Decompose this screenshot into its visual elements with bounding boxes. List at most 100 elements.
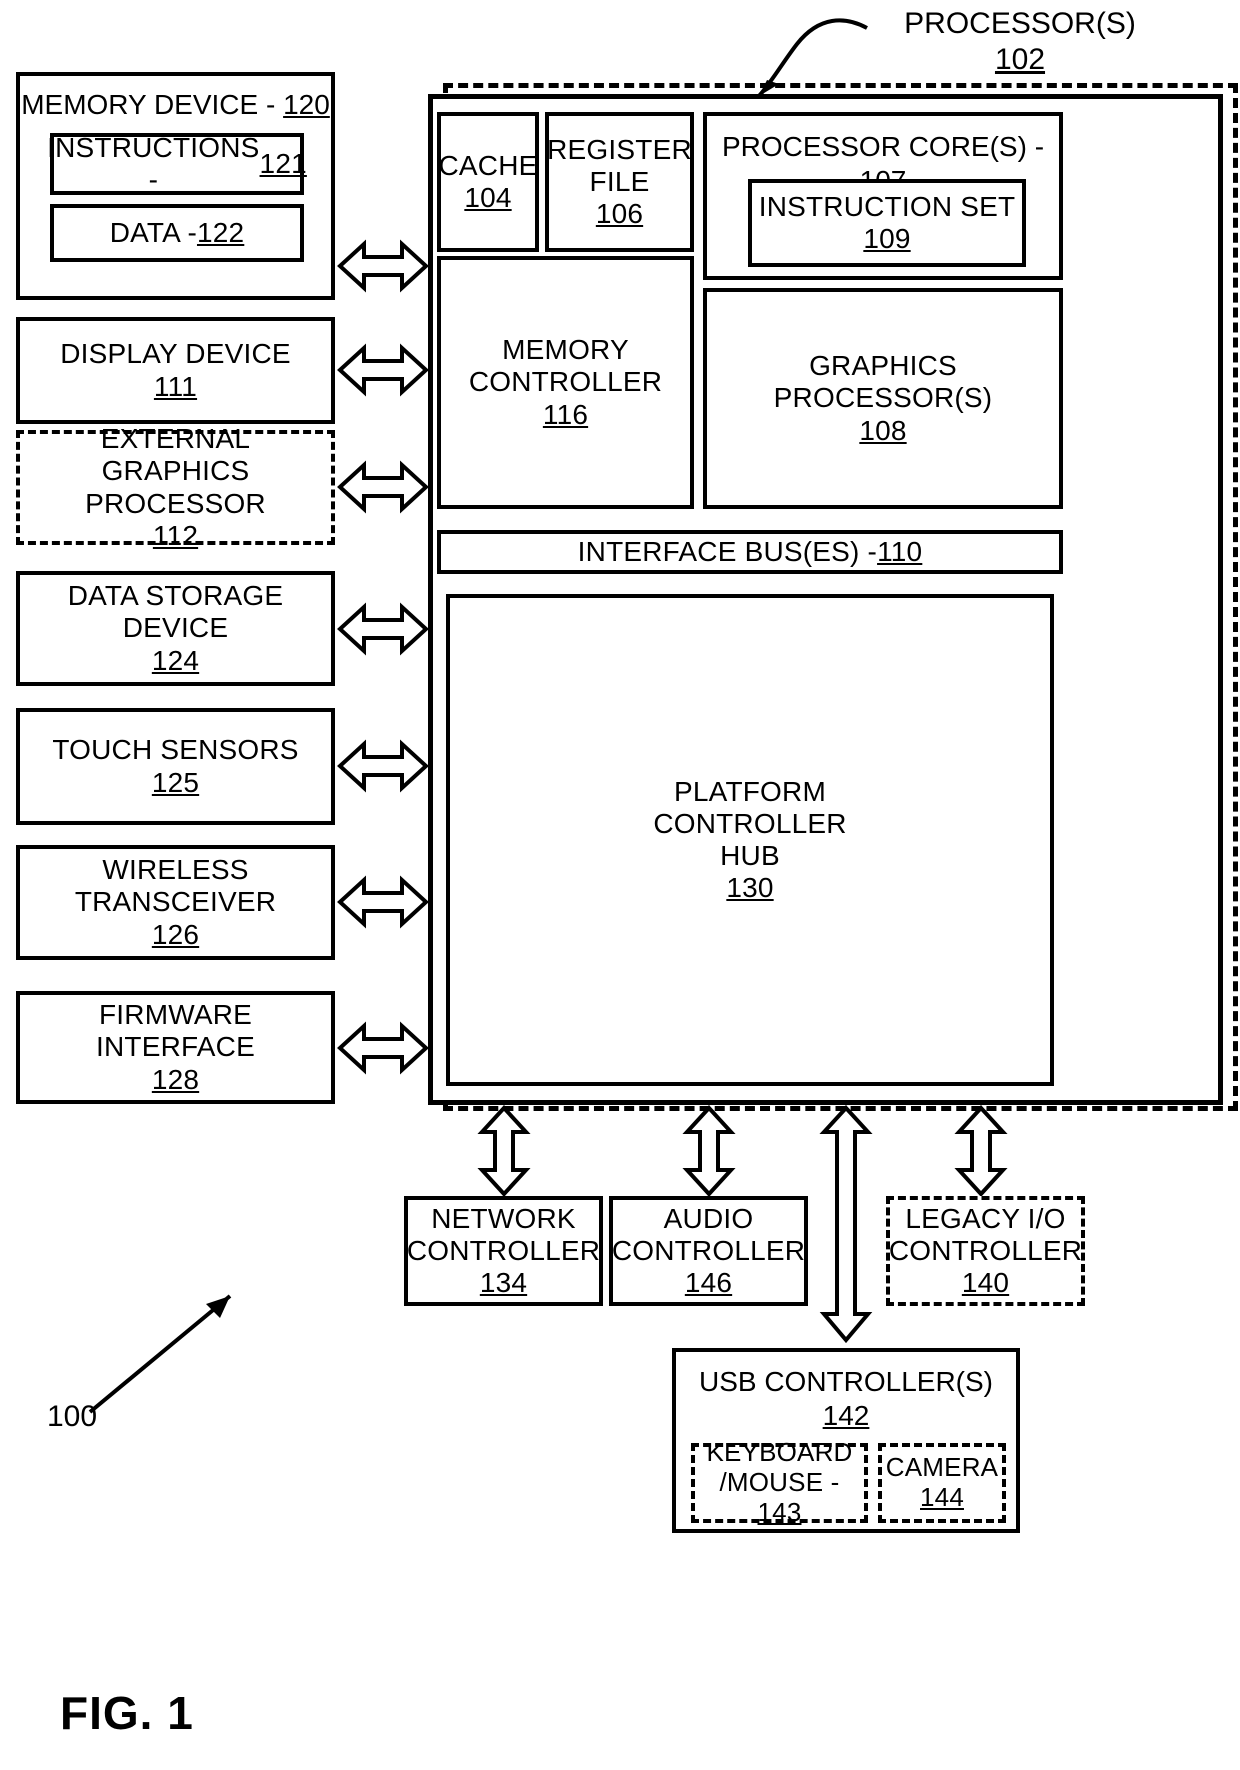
- figure-caption: FIG. 1: [60, 1687, 194, 1739]
- camera-label: CAMERA: [885, 1452, 999, 1483]
- audio-controller-ref: 146: [684, 1267, 733, 1299]
- graphics-processor-block: GRAPHICS PROCESSOR(S) 108: [703, 288, 1063, 509]
- memory-device-title: MEMORY DEVICE - 120: [20, 88, 331, 122]
- usb-controller-title-text: USB CONTROLLER(S): [698, 1366, 994, 1397]
- data-storage-ref: 124: [151, 644, 200, 676]
- external-gpu-ref: 112: [152, 519, 199, 551]
- data-storage-label-2: DEVICE: [122, 612, 229, 644]
- touch-sensors-block: TOUCH SENSORS 125: [16, 708, 335, 825]
- memory-device-title-text: MEMORY DEVICE -: [21, 89, 284, 120]
- network-controller-label-1: NETWORK: [431, 1202, 576, 1234]
- arrow-wireless-transceiver: [337, 875, 429, 929]
- processor-ref-number: 102: [994, 43, 1046, 76]
- arrow-memory-device: [337, 239, 429, 293]
- memory-device-ref: 120: [283, 89, 330, 120]
- data-ref: 122: [196, 216, 245, 248]
- pch-ref: 130: [726, 872, 774, 904]
- firmware-interface-block: FIRMWARE INTERFACE 128: [16, 991, 335, 1104]
- register-file-label-2: FILE: [589, 165, 650, 197]
- keyboard-mouse-label-1: KEYBOARD: [706, 1437, 853, 1468]
- data-storage-label-1: DATA STORAGE: [67, 580, 284, 612]
- cache-label: CACHE: [438, 149, 538, 181]
- usb-controller-ref: 142: [822, 1399, 870, 1431]
- external-gpu-label-1: EXTERNAL: [100, 423, 251, 455]
- memory-controller-label-2: CONTROLLER: [468, 366, 663, 398]
- arrow-touch-sensors: [337, 739, 429, 793]
- arrow-external-graphics-processor: [337, 460, 429, 514]
- instructions-title-text: INSTRUCTIONS -: [47, 131, 260, 195]
- audio-controller-label-2: CONTROLLER: [611, 1234, 806, 1266]
- pch-label-3: HUB: [720, 840, 780, 871]
- firmware-interface-ref: 128: [151, 1063, 200, 1095]
- instruction-set-ref: 109: [863, 223, 911, 254]
- arrow-display-device: [337, 343, 429, 397]
- wireless-transceiver-label-1: WIRELESS: [102, 854, 249, 886]
- memory-controller-ref: 116: [542, 398, 589, 430]
- instructions-ref: 121: [259, 147, 307, 179]
- legacy-io-label-2: CONTROLLER: [888, 1234, 1083, 1266]
- register-file-label-1: REGISTER: [547, 133, 692, 165]
- display-device-block: DISPLAY DEVICE 111: [16, 317, 335, 424]
- register-file-ref: 106: [595, 198, 644, 230]
- instruction-set-label: INSTRUCTION SET: [758, 190, 1016, 222]
- audio-controller-label-1: AUDIO: [663, 1202, 754, 1234]
- data-block: DATA - 122: [50, 204, 304, 262]
- keyboard-mouse-label-2-text: /MOUSE -: [719, 1467, 840, 1498]
- memory-controller-block: MEMORY CONTROLLER 116: [437, 256, 694, 509]
- keyboard-mouse-ref: 143: [757, 1496, 802, 1527]
- arrow-firmware-interface: [337, 1021, 429, 1075]
- wireless-transceiver-block: WIRELESS TRANSCEIVER 126: [16, 845, 335, 960]
- legacy-io-controller-block: LEGACY I/O CONTROLLER 140: [886, 1196, 1085, 1306]
- firmware-interface-label: FIRMWARE INTERFACE: [96, 999, 255, 1063]
- processor-callout-label: PROCESSOR(S) 102: [860, 6, 1180, 78]
- legacy-io-label-1: LEGACY I/O: [905, 1202, 1066, 1234]
- network-controller-ref: 134: [479, 1267, 528, 1299]
- legacy-io-ref: 140: [961, 1267, 1010, 1299]
- memory-controller-label-1: MEMORY: [502, 334, 629, 366]
- arrow-audio-controller: [682, 1105, 736, 1197]
- camera-ref: 144: [920, 1482, 964, 1512]
- arrow-network-controller: [477, 1105, 531, 1197]
- graphics-processor-label: GRAPHICS PROCESSOR(S): [773, 350, 993, 414]
- interface-bus-ref: 110: [877, 535, 923, 567]
- processor-label-text: PROCESSOR(S): [904, 7, 1136, 40]
- memory-device-block: MEMORY DEVICE - 120 INSTRUCTIONS - 121 D…: [16, 72, 335, 300]
- cache-ref: 104: [464, 182, 512, 213]
- cache-block: CACHE 104: [437, 112, 539, 252]
- touch-sensors-label: TOUCH SENSORS: [52, 734, 299, 766]
- external-gpu-label-2: GRAPHICS PROCESSOR: [85, 455, 266, 519]
- usb-controller-block: USB CONTROLLER(S) 142 KEYBOARD /MOUSE - …: [672, 1348, 1020, 1533]
- wireless-transceiver-ref: 126: [151, 918, 200, 950]
- network-controller-block: NETWORK CONTROLLER 134: [404, 1196, 603, 1306]
- network-controller-label-2: CONTROLLER: [406, 1234, 601, 1266]
- instructions-block: INSTRUCTIONS - 121: [47, 131, 307, 195]
- keyboard-mouse-label-2: /MOUSE - 143: [695, 1467, 864, 1528]
- pch-label-2: CONTROLLER: [653, 807, 847, 839]
- audio-controller-block: AUDIO CONTROLLER 146: [609, 1196, 808, 1306]
- data-title-text: DATA -: [109, 216, 197, 248]
- arrow-data-storage-device: [337, 602, 429, 656]
- touch-sensors-ref: 125: [151, 766, 200, 798]
- keyboard-mouse-block: KEYBOARD /MOUSE - 143: [691, 1437, 868, 1527]
- arrow-usb-controller: [819, 1105, 873, 1344]
- wireless-transceiver-label-2: TRANSCEIVER: [74, 886, 277, 918]
- instruction-set-block: INSTRUCTION SET 109: [748, 179, 1026, 267]
- system-ref-number: 100: [47, 1400, 98, 1433]
- external-graphics-processor-block: EXTERNAL GRAPHICS PROCESSOR 112: [16, 423, 335, 551]
- pch-label-1: PLATFORM: [674, 775, 826, 807]
- display-device-ref: 111: [153, 370, 198, 402]
- graphics-processor-ref: 108: [859, 414, 907, 446]
- camera-block: CAMERA 144: [878, 1443, 1006, 1523]
- usb-controller-title: USB CONTROLLER(S) 142: [676, 1365, 1016, 1432]
- register-file-block: REGISTER FILE 106: [545, 112, 694, 252]
- interface-bus-title: INTERFACE BUS(ES) -: [577, 535, 878, 567]
- display-device-label: DISPLAY DEVICE: [60, 338, 291, 370]
- system-ref-leader-arrow: [80, 1282, 260, 1422]
- arrow-legacy-io-controller: [954, 1105, 1008, 1197]
- processor-cores-title-text: PROCESSOR CORE(S) -: [721, 131, 1045, 162]
- patent-figure-page: PROCESSOR(S) 102 CACHE 104 REGISTER FILE…: [0, 0, 1240, 1770]
- processor-cores-block: PROCESSOR CORE(S) - 107 INSTRUCTION SET …: [703, 112, 1063, 280]
- data-storage-device-block: DATA STORAGE DEVICE 124: [16, 571, 335, 686]
- platform-controller-hub-block: PLATFORM CONTROLLER HUB 130: [446, 594, 1054, 1086]
- interface-bus-block: INTERFACE BUS(ES) - 110: [437, 530, 1063, 574]
